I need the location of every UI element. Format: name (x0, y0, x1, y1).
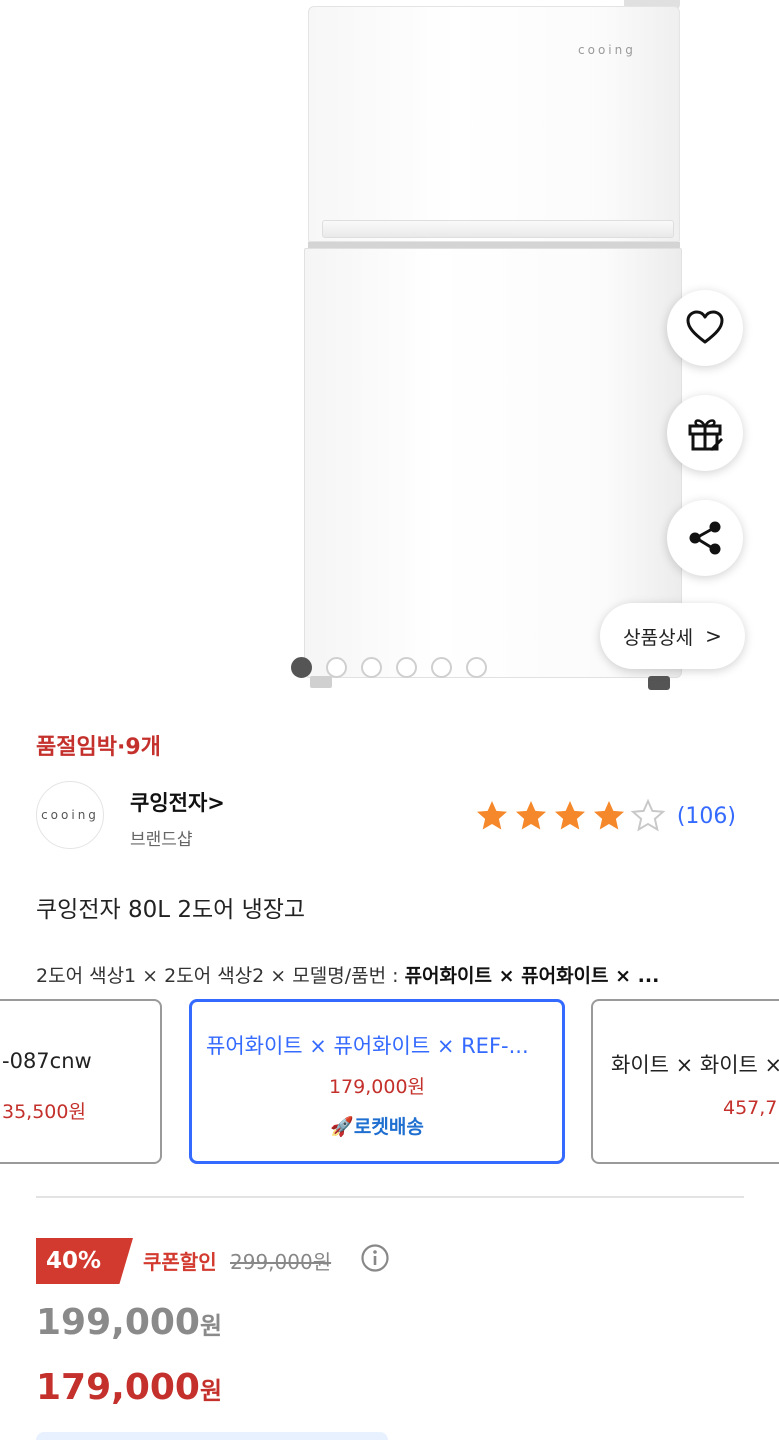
star-filled-icon (515, 801, 546, 830)
option-card[interactable]: 화이트 × 화이트 × 457,7 (591, 999, 779, 1164)
sale-price: 199,000원 (36, 1302, 222, 1343)
rating[interactable]: (106) (474, 798, 736, 834)
product-title: 쿠잉전자 80L 2도어 냉장고 (36, 897, 306, 923)
option-card-selected[interactable]: 퓨어화이트 × 퓨어화이트 × REF-... 179,000원 🚀로켓배송 (189, 999, 565, 1164)
share-button[interactable] (667, 500, 743, 576)
carousel-dot[interactable] (361, 657, 382, 678)
info-icon[interactable] (360, 1243, 390, 1273)
gift-icon (688, 419, 723, 451)
stock-notice: 품절임박·9개 (36, 735, 161, 760)
coupon-label: 쿠폰할인 (143, 1250, 217, 1274)
heart-icon (686, 310, 724, 344)
chevron-right-icon: > (705, 624, 722, 648)
option-summary-prefix: 2도어 색상1 × 2도어 색상2 × 모델명/품번 : (36, 965, 405, 987)
option-summary: 2도어 색상1 × 2도어 색상2 × 모델명/품번 : 퓨어화이트 × 퓨어화… (36, 961, 756, 988)
currency-unit: 원 (199, 1312, 223, 1340)
product-image[interactable]: cooing 상품상세 > (0, 0, 779, 700)
bottom-banner (36, 1432, 388, 1440)
option-card[interactable]: -087cnw 35,500원 (0, 999, 162, 1164)
rocket-delivery-badge: 🚀로켓배송 (330, 1116, 424, 1138)
carousel-dot[interactable] (326, 657, 347, 678)
carousel-dot[interactable] (431, 657, 452, 678)
carousel-dot[interactable] (466, 657, 487, 678)
carousel-dot[interactable] (291, 657, 312, 678)
carousel-indicator (291, 657, 487, 678)
brand-shop-label: 브랜드샵 (130, 830, 193, 850)
option-card-label: -087cnw (2, 1049, 92, 1073)
option-summary-selected: 퓨어화이트 × 퓨어화이트 × ... (404, 965, 660, 987)
option-card-label: 퓨어화이트 × 퓨어화이트 × REF-... (206, 1034, 529, 1058)
rating-count[interactable]: (106) (677, 804, 736, 829)
original-price: 299,000원 (230, 1250, 332, 1274)
fridge-image: cooing (302, 0, 684, 690)
product-detail-button[interactable]: 상품상세 > (600, 603, 745, 669)
brand-logo[interactable]: cooing (36, 781, 104, 849)
gift-button[interactable] (667, 395, 743, 471)
option-card-price: 35,500원 (2, 1101, 86, 1123)
star-filled-icon (593, 801, 624, 830)
divider (36, 1196, 744, 1198)
like-button[interactable] (667, 290, 743, 366)
discount-badge: 40% (36, 1238, 133, 1284)
star-filled-icon (476, 801, 507, 830)
currency-unit: 원 (199, 1377, 223, 1405)
rocket-icon: 🚀 (330, 1116, 354, 1138)
sale-price-number: 199,000 (36, 1302, 200, 1343)
final-price-number: 179,000 (36, 1367, 200, 1408)
star-empty-icon (630, 798, 666, 832)
share-icon (689, 521, 721, 555)
option-card-price: 457,7 (723, 1097, 778, 1119)
option-card-price: 179,000원 (328, 1076, 426, 1098)
star-filled-icon (554, 801, 585, 830)
brand-row: cooing 쿠잉전자> 브랜드샵 (106) (36, 781, 746, 851)
option-card-label: 화이트 × 화이트 × (611, 1053, 779, 1077)
fridge-brand-mark: cooing (578, 43, 636, 57)
product-detail-label: 상품상세 (623, 626, 694, 649)
final-price: 179,000원 (36, 1367, 222, 1408)
carousel-dot[interactable] (396, 657, 417, 678)
brand-name-link[interactable]: 쿠잉전자> (130, 787, 225, 817)
